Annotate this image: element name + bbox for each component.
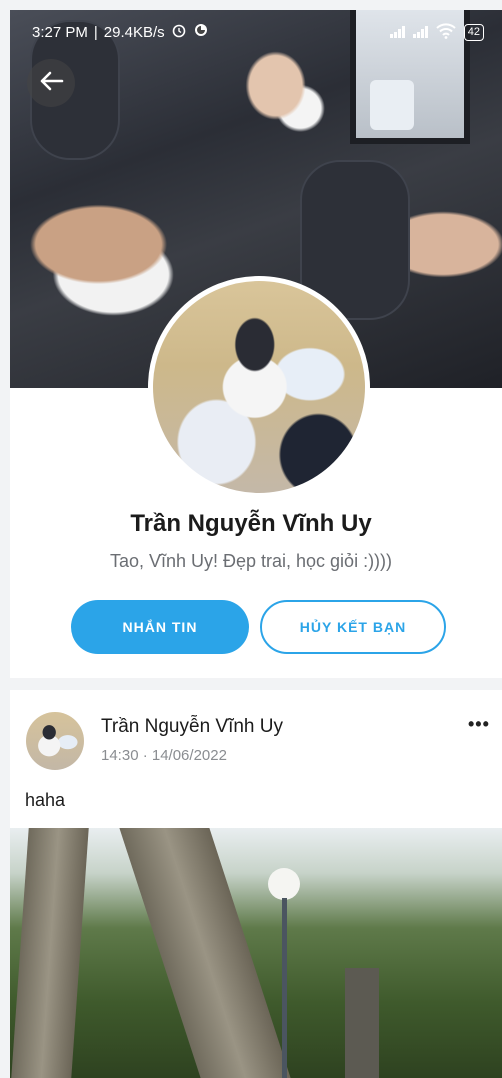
profile-avatar[interactable] <box>148 276 370 498</box>
post-author-name[interactable]: Trần Nguyễn Vĩnh Uy <box>101 716 283 738</box>
signal-icon <box>389 26 405 38</box>
arrow-left-icon <box>38 70 64 97</box>
status-bar: 3:27 PM | 29.4KB/s 42 <box>10 10 502 54</box>
alarm-icon <box>171 22 187 42</box>
message-button[interactable]: NHẮN TIN <box>71 600 249 654</box>
profile-name: Trần Nguyễn Vĩnh Uy <box>130 510 372 537</box>
stone-pillar <box>345 968 379 1078</box>
more-options-button[interactable]: ••• <box>468 714 490 735</box>
post-photo[interactable] <box>10 828 502 1078</box>
unfriend-button[interactable]: HỦY KẾT BẠN <box>260 600 446 654</box>
profile-bio: Tao, Vĩnh Uy! Đẹp trai, học giỏi :)))) <box>109 551 393 571</box>
cover-bucket <box>370 80 414 130</box>
back-button[interactable] <box>27 59 75 107</box>
tree-trunk <box>11 828 89 1078</box>
status-time: 3:27 PM <box>32 23 88 41</box>
lamp-post <box>282 898 287 1078</box>
post-author-avatar[interactable] <box>26 712 84 770</box>
battery-icon: 42 <box>463 23 484 41</box>
more-horizontal-icon: ••• <box>468 714 490 734</box>
tree-trunk <box>119 828 291 1078</box>
status-speed: 29.4KB/s <box>103 23 165 41</box>
sync-icon <box>193 22 209 42</box>
wifi-icon <box>436 22 456 42</box>
post-timestamp: 14:30 · 14/06/2022 <box>101 747 227 764</box>
post-text: haha <box>25 790 66 810</box>
signal-icon <box>412 26 428 38</box>
street-lamp <box>268 868 300 900</box>
